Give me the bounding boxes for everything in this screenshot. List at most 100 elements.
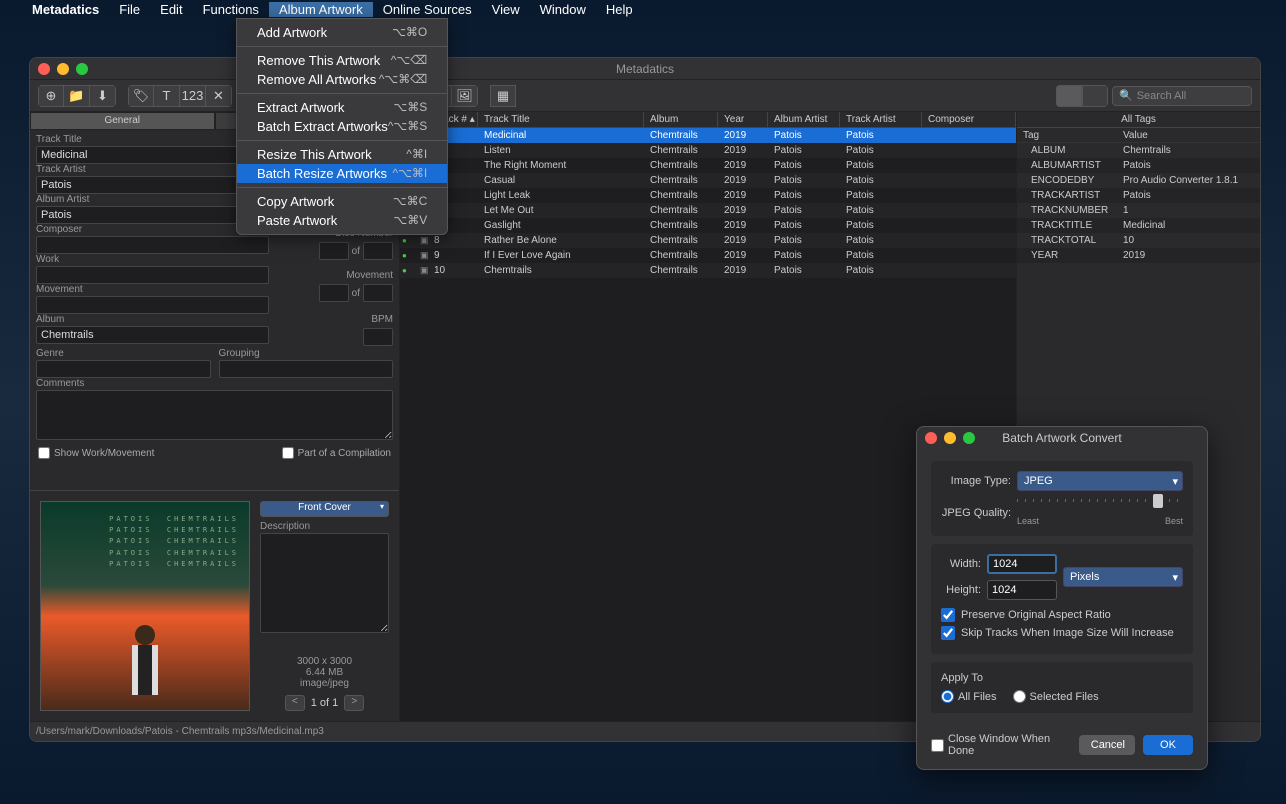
track-row[interactable]: ●▣1MedicinalChemtrails2019PatoisPatois [400, 128, 1016, 143]
composer-input[interactable] [36, 236, 269, 254]
th-year[interactable]: Year [718, 112, 768, 127]
menubar-help[interactable]: Help [596, 2, 643, 17]
panel-right-icon[interactable] [1082, 85, 1108, 107]
track-row[interactable]: ●▣4CasualChemtrails2019PatoisPatois [400, 173, 1016, 188]
track-row[interactable]: ●▣7GaslightChemtrails2019PatoisPatois [400, 218, 1016, 233]
next-artwork-button[interactable]: > [344, 695, 364, 711]
label-track-artist: Track Artist [36, 164, 269, 175]
artwork-type-select[interactable]: Front Cover [260, 501, 389, 517]
menu-item-batch-extract-artworks[interactable]: Batch Extract Artworks^⌥⌘S [237, 117, 447, 136]
lyrics-icon[interactable]: ▦ [490, 85, 516, 107]
menubar-app[interactable]: Metadatics [22, 2, 109, 17]
skip-increase-checkbox[interactable]: Skip Tracks When Image Size Will Increas… [941, 626, 1183, 640]
tag-row[interactable]: ALBUMARTISTPatois [1017, 158, 1260, 173]
track-row[interactable]: ●▣5Light LeakChemtrails2019PatoisPatois [400, 188, 1016, 203]
preserve-aspect-checkbox[interactable]: Preserve Original Aspect Ratio [941, 608, 1183, 622]
prev-artwork-button[interactable]: < [285, 695, 305, 711]
disc-num-input[interactable] [319, 242, 349, 260]
th-composer[interactable]: Composer [922, 112, 1016, 127]
track-row[interactable]: ●▣3The Right MomentChemtrails2019PatoisP… [400, 158, 1016, 173]
th-album-artist[interactable]: Album Artist [768, 112, 840, 127]
panel-left-icon[interactable] [1056, 85, 1082, 107]
menubar-file[interactable]: File [109, 2, 150, 17]
bpm-input[interactable] [363, 328, 393, 346]
artwork-description-input[interactable] [260, 533, 389, 633]
close-when-done-checkbox[interactable]: Close Window When Done [931, 733, 1071, 757]
album-input[interactable] [36, 326, 269, 344]
tag-icon[interactable]: 🏷 [128, 85, 154, 107]
track-row[interactable]: ●▣8Rather Be AloneChemtrails2019PatoisPa… [400, 233, 1016, 248]
tag-row[interactable]: TRACKTOTAL10 [1017, 233, 1260, 248]
tag-row[interactable]: YEAR2019 [1017, 248, 1260, 263]
add-folder-icon[interactable]: 📁 [64, 85, 90, 107]
ok-button[interactable]: OK [1143, 735, 1193, 755]
dialog-min-icon[interactable] [944, 432, 956, 444]
image-icon[interactable]: 🖼 [452, 85, 478, 107]
work-input[interactable] [36, 266, 269, 284]
show-work-checkbox[interactable]: Show Work/Movement [38, 447, 154, 459]
close-icon[interactable] [38, 63, 50, 75]
all-files-radio[interactable]: All Files [941, 690, 997, 703]
track-row[interactable]: ●▣6Let Me OutChemtrails2019PatoisPatois [400, 203, 1016, 218]
minimize-icon[interactable] [57, 63, 69, 75]
text-icon[interactable]: T [154, 85, 180, 107]
maximize-icon[interactable] [76, 63, 88, 75]
menu-item-copy-artwork[interactable]: Copy Artwork⌥⌘C [237, 192, 447, 211]
album-artist-input[interactable] [36, 206, 269, 224]
th-title[interactable]: Track Title [478, 112, 644, 127]
menubar-edit[interactable]: Edit [150, 2, 192, 17]
quality-slider[interactable] [1017, 499, 1183, 502]
dialog-close-icon[interactable] [925, 432, 937, 444]
menu-item-remove-all-artworks[interactable]: Remove All Artworks^⌥⌘⌫ [237, 70, 447, 89]
tag-row[interactable]: TRACKARTISTPatois [1017, 188, 1260, 203]
tag-row[interactable]: TRACKNUMBER1 [1017, 203, 1260, 218]
slider-thumb-icon[interactable] [1153, 494, 1163, 508]
movement-total-input[interactable] [363, 284, 393, 302]
tag-row[interactable]: TRACKTITLEMedicinal [1017, 218, 1260, 233]
selected-files-radio[interactable]: Selected Files [1013, 690, 1099, 703]
tools-icon[interactable]: ✕ [206, 85, 232, 107]
menu-item-batch-resize-artworks[interactable]: Batch Resize Artworks^⌥⌘I [237, 164, 447, 183]
menu-item-remove-this-artwork[interactable]: Remove This Artwork^⌥⌫ [237, 51, 447, 70]
comments-input[interactable] [36, 390, 393, 440]
track-row[interactable]: ●▣2ListenChemtrails2019PatoisPatois [400, 143, 1016, 158]
grouping-input[interactable] [219, 360, 394, 378]
menubar-window[interactable]: Window [530, 2, 596, 17]
artwork-preview[interactable]: PATOIS CHEMTRAILSPATOIS CHEMTRAILSPATOIS… [40, 501, 250, 711]
menu-item-paste-artwork[interactable]: Paste Artwork⌥⌘V [237, 211, 447, 230]
height-input[interactable] [987, 580, 1057, 600]
save-icon[interactable]: ⬇ [90, 85, 116, 107]
movement-num-input[interactable] [319, 284, 349, 302]
dialog-max-icon[interactable] [963, 432, 975, 444]
movement-input[interactable] [36, 296, 269, 314]
th-track-artist[interactable]: Track Artist [840, 112, 922, 127]
cancel-button[interactable]: Cancel [1079, 735, 1135, 755]
menu-item-extract-artwork[interactable]: Extract Artwork⌥⌘S [237, 98, 447, 117]
tags-header-tag[interactable]: Tag [1017, 128, 1117, 142]
tag-row[interactable]: ALBUMChemtrails [1017, 143, 1260, 158]
image-type-select[interactable]: JPEG [1017, 471, 1183, 491]
width-input[interactable] [987, 554, 1057, 574]
track-artist-input[interactable] [36, 176, 269, 194]
menubar-functions[interactable]: Functions [193, 2, 269, 17]
menubar-online-sources[interactable]: Online Sources [373, 2, 482, 17]
tags-header-value[interactable]: Value [1117, 128, 1260, 142]
menubar-view[interactable]: View [482, 2, 530, 17]
track-title-input[interactable] [36, 146, 269, 164]
slider-least-label: Least [1017, 516, 1039, 526]
tag-row[interactable]: ENCODEDBYPro Audio Converter 1.8.1 [1017, 173, 1260, 188]
track-row[interactable]: ●▣10ChemtrailsChemtrails2019PatoisPatois [400, 263, 1016, 278]
disc-total-input[interactable] [363, 242, 393, 260]
th-album[interactable]: Album [644, 112, 718, 127]
search-input[interactable]: 🔍 Search All [1112, 86, 1252, 106]
track-row[interactable]: ●▣9If I Ever Love AgainChemtrails2019Pat… [400, 248, 1016, 263]
add-file-icon[interactable]: ⊕ [38, 85, 64, 107]
menu-item-resize-this-artwork[interactable]: Resize This Artwork^⌘I [237, 145, 447, 164]
tab-general[interactable]: General [30, 112, 215, 130]
units-select[interactable]: Pixels [1063, 567, 1183, 587]
genre-input[interactable] [36, 360, 211, 378]
menu-item-add-artwork[interactable]: Add Artwork⌥⌘O [237, 23, 447, 42]
number-icon[interactable]: 123 [180, 85, 206, 107]
part-of-compilation-checkbox[interactable]: Part of a Compilation [282, 447, 391, 459]
menubar-album-artwork[interactable]: Album Artwork [269, 2, 373, 17]
